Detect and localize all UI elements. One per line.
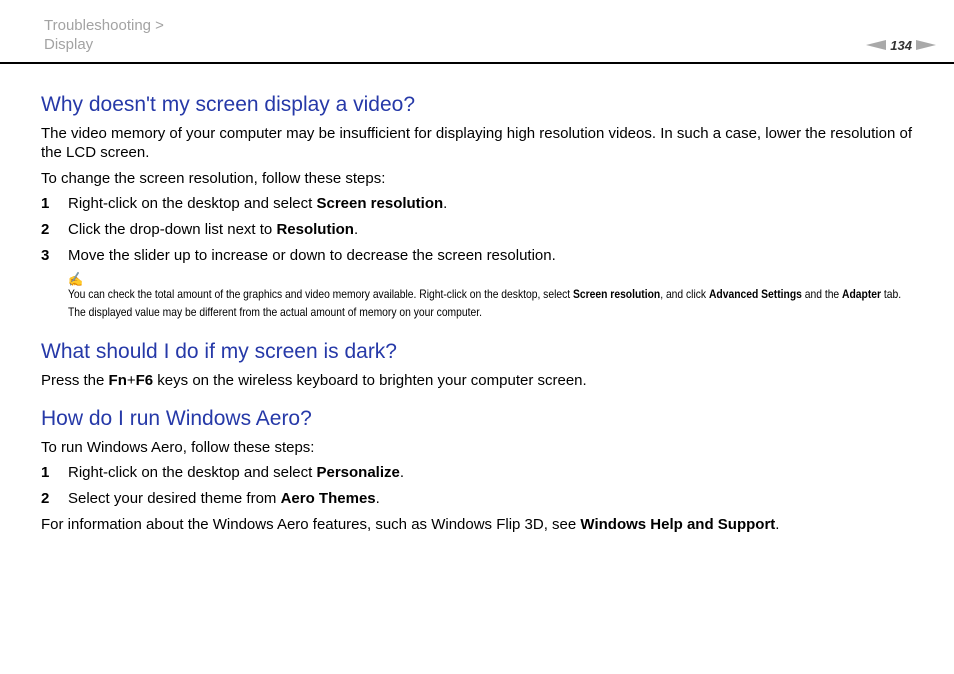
step-number: 1 xyxy=(41,195,50,212)
list-item: 2 Click the drop-down list next to Resol… xyxy=(41,220,921,239)
step-text-suffix: . xyxy=(353,221,359,238)
brightness-text-suffix: keys on the wireless keyboard to brighte… xyxy=(153,372,587,389)
next-page-arrow-icon[interactable] xyxy=(916,40,936,50)
step-text-plain: Right-click on the desktop and select xyxy=(68,195,317,212)
header-divider xyxy=(0,62,954,64)
key-plus: + xyxy=(126,372,136,389)
breadcrumb: Troubleshooting > Display xyxy=(44,16,164,54)
page-header: Troubleshooting > Display 134 xyxy=(0,0,954,64)
list-item: 2 Select your desired theme from Aero Th… xyxy=(41,489,921,508)
note-fragment: You can check the total amount of the gr… xyxy=(68,287,574,301)
step-text-plain: Right-click on the desktop and select xyxy=(68,464,317,481)
step-text-bold: Resolution xyxy=(276,221,354,238)
section-heading-windows-aero: How do I run Windows Aero? xyxy=(41,407,312,430)
note-box: ✍ You can check the total amount of the … xyxy=(41,271,921,325)
step-text: Right-click on the desktop and select Pe… xyxy=(68,463,404,482)
step-number: 2 xyxy=(41,490,50,507)
step-text-bold: Screen resolution xyxy=(316,195,444,212)
main-content: Why doesn't my screen display a video? T… xyxy=(41,92,921,534)
windows-help-reference: Windows Help and Support xyxy=(580,516,776,533)
breadcrumb-parent-link[interactable]: Troubleshooting > xyxy=(44,16,164,35)
step-number: 3 xyxy=(41,247,50,264)
step-text: Right-click on the desktop and select Sc… xyxy=(68,194,447,213)
page-navigator: 134 xyxy=(866,37,936,53)
brightness-text: Press the xyxy=(41,372,109,389)
section-heading-dark-screen: What should I do if my screen is dark? xyxy=(41,340,397,363)
key-fn: Fn xyxy=(108,372,127,389)
note-bold: Advanced Settings xyxy=(708,287,802,301)
step-text: Select your desired theme from Aero Them… xyxy=(68,489,380,508)
note-bold: Adapter xyxy=(842,287,882,301)
step-text-plain: Click the drop-down list next to xyxy=(68,221,277,238)
step-text-plain: Select your desired theme from xyxy=(68,490,281,507)
list-item: 3 Move the slider up to increase or down… xyxy=(41,246,921,265)
aero-info-suffix: . xyxy=(775,516,780,533)
page-number: 134 xyxy=(890,37,912,53)
list-item: 1 Right-click on the desktop and select … xyxy=(41,194,921,213)
step-text-suffix: . xyxy=(399,464,405,481)
step-text-plain: Move the slider up to increase or down t… xyxy=(68,247,556,264)
aero-steps-intro: To run Windows Aero, follow these steps: xyxy=(41,439,315,456)
note-text: ✍ You can check the total amount of the … xyxy=(68,271,911,321)
note-pencil-icon: ✍ xyxy=(68,271,83,287)
step-text: Move the slider up to increase or down t… xyxy=(68,246,556,265)
section-heading-video: Why doesn't my screen display a video? xyxy=(41,93,416,116)
step-text-bold: Aero Themes xyxy=(280,490,376,507)
brightness-paragraph: Press the Fn+F6 keys on the wireless key… xyxy=(41,371,921,390)
step-text-suffix: . xyxy=(443,195,448,212)
key-f6: F6 xyxy=(135,372,154,389)
step-text-suffix: . xyxy=(375,490,380,507)
note-fragment: , and click xyxy=(660,287,709,301)
step-text-bold: Personalize xyxy=(316,464,400,481)
previous-page-arrow-icon[interactable] xyxy=(866,40,887,50)
step-number: 1 xyxy=(41,464,50,481)
aero-info-text: For information about the Windows Aero f… xyxy=(41,516,581,533)
note-bold: Screen resolution xyxy=(573,287,661,301)
list-item: 1 Right-click on the desktop and select … xyxy=(41,463,921,482)
video-memory-paragraph: The video memory of your computer may be… xyxy=(41,125,913,161)
note-fragment: and the xyxy=(801,287,843,301)
step-text: Click the drop-down list next to Resolut… xyxy=(68,220,358,239)
step-number: 2 xyxy=(41,221,50,238)
aero-info-paragraph: For information about the Windows Aero f… xyxy=(41,515,921,534)
breadcrumb-current: Display xyxy=(44,36,94,53)
resolution-steps-intro: To change the screen resolution, follow … xyxy=(41,170,386,187)
